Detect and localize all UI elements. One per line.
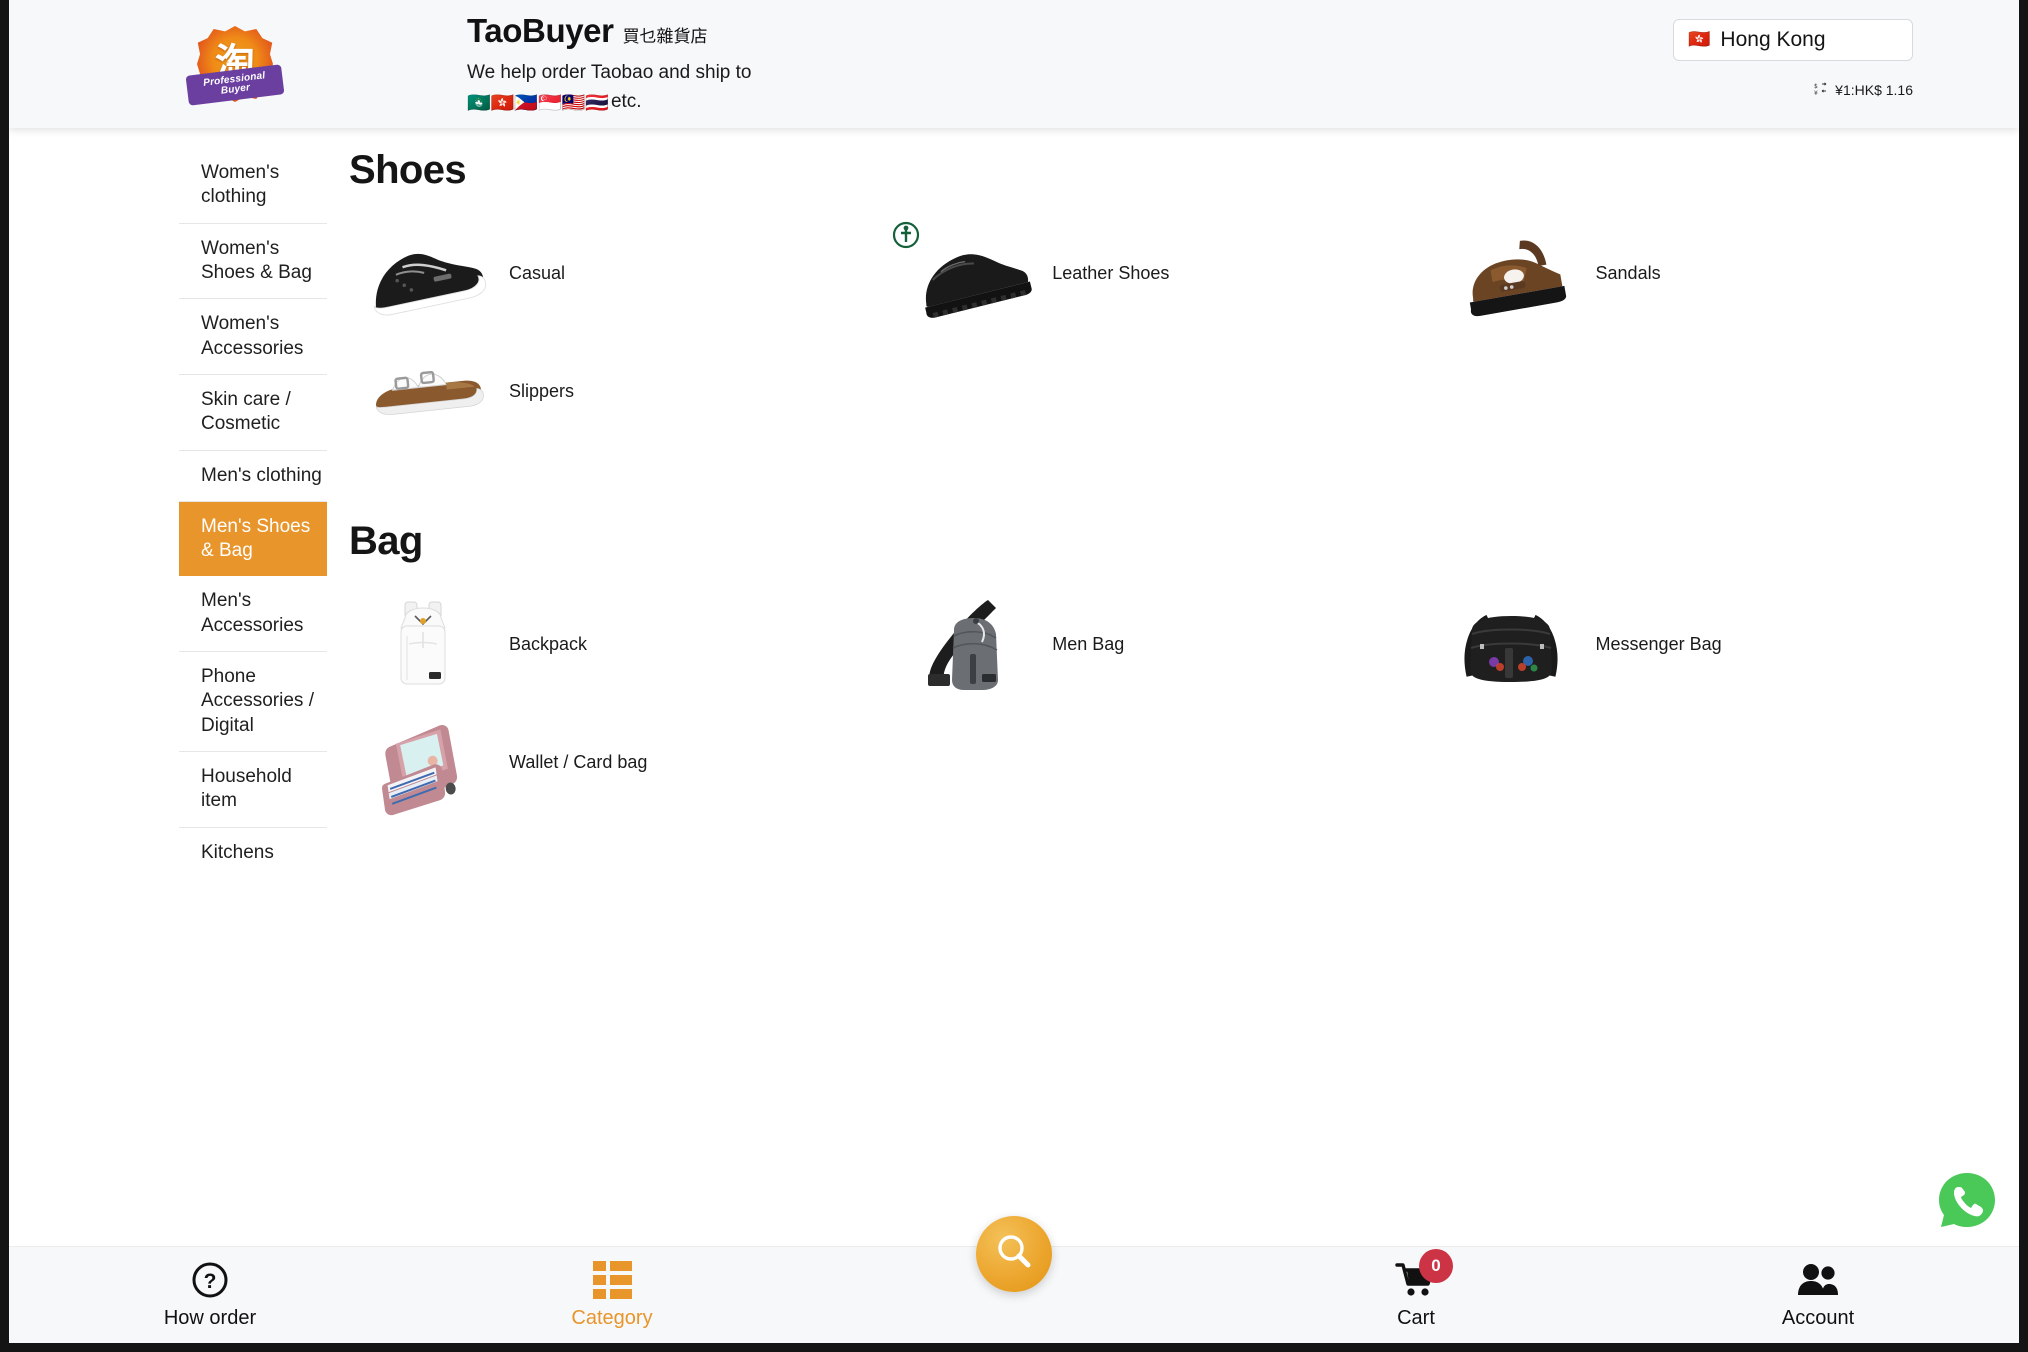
sidebar-item-mens-shoes-bag[interactable]: Men's Shoes & Bag	[179, 501, 327, 577]
category-sidebar: Women's clothing Women's Shoes & Bag Wom…	[179, 148, 327, 878]
hong-kong-flag-icon: 🇭🇰	[1688, 29, 1711, 50]
sidebar-item-kitchens[interactable]: Kitchens	[179, 828, 327, 878]
nav-label: Cart	[1397, 1307, 1435, 1329]
brand-name-chinese: 買乜雜貨店	[622, 27, 708, 47]
app-page: 淘 Professional Buyer TaoBuyer 買乜雜貨店 We h…	[0, 0, 2028, 1352]
logo-ribbon-line2: Buyer	[220, 82, 251, 97]
product-messenger-bag[interactable]: Messenger Bag	[1436, 588, 1979, 700]
product-slippers[interactable]: Slippers	[349, 335, 892, 447]
product-casual[interactable]: Casual	[349, 217, 892, 329]
section-title-bag: Bag	[349, 519, 423, 563]
cart-badge: 0	[1419, 1249, 1453, 1283]
country-selector-value: Hong Kong	[1720, 28, 1826, 51]
shoes-product-grid: Casual Leather Shoes Sandals Slippers	[349, 217, 1979, 453]
product-backpack[interactable]: Backpack	[349, 588, 892, 700]
search-button[interactable]	[976, 1216, 1052, 1292]
country-selector[interactable]: 🇭🇰 Hong Kong	[1673, 19, 1913, 61]
exchange-rate-text: ¥1:HK$ 1.16	[1835, 82, 1913, 98]
brand-name: TaoBuyer	[467, 12, 614, 49]
shipping-flags-icon: 🇲🇴🇭🇰🇵🇭🇸🇬🇲🇾🇹🇭	[467, 91, 609, 114]
page-body: Women's clothing Women's Shoes & Bag Wom…	[9, 128, 2019, 1343]
wallet-thumb	[349, 706, 499, 818]
whatsapp-icon[interactable]	[1929, 1163, 2005, 1239]
slipper-thumb	[349, 335, 499, 447]
sidebar-item-womens-clothing[interactable]: Women's clothing	[179, 148, 327, 224]
shipping-countries-row: 🇲🇴🇭🇰🇵🇭🇸🇬🇲🇾🇹🇭 etc.	[467, 91, 752, 114]
question-mark-icon: ?	[191, 1260, 229, 1300]
product-label: Messenger Bag	[1595, 633, 1722, 654]
svg-text:¥: ¥	[1814, 90, 1818, 96]
product-catalog: Shoes Casual Leather Shoes Sandals Slipp…	[349, 148, 1979, 824]
sidebar-item-skin-care-cosmetic[interactable]: Skin care / Cosmetic	[179, 375, 327, 451]
currency-exchange-icon: $ ¥	[1814, 82, 1828, 98]
sidebar-item-womens-accessories[interactable]: Women's Accessories	[179, 299, 327, 375]
leather-shoe-thumb	[892, 217, 1042, 329]
product-label: Backpack	[509, 633, 588, 654]
sling-bag-thumb	[892, 588, 1042, 700]
product-label: Leather Shoes	[1052, 262, 1170, 283]
magnifier-icon	[993, 1231, 1035, 1278]
product-label: Men Bag	[1052, 633, 1125, 654]
product-wallet-card-bag[interactable]: Wallet / Card bag	[349, 706, 892, 818]
sidebar-item-womens-shoes-bag[interactable]: Women's Shoes & Bag	[179, 224, 327, 300]
brand-tagline: We help order Taobao and ship to	[467, 62, 752, 83]
nav-label: How order	[163, 1307, 257, 1329]
product-label: Wallet / Card bag	[509, 751, 648, 772]
taobuyer-logo-icon[interactable]: 淘 Professional Buyer	[185, 12, 289, 116]
product-label: Sandals	[1595, 262, 1661, 283]
grid-icon	[592, 1260, 632, 1300]
sidebar-item-phone-accessories-digital[interactable]: Phone Accessories / Digital	[179, 652, 327, 752]
bag-product-grid: Backpack Men Bag Messenger Bag Wallet / …	[349, 588, 1979, 824]
product-leather-shoes[interactable]: Leather Shoes	[892, 217, 1435, 329]
product-label: Casual	[509, 262, 566, 283]
nav-item-account[interactable]: Account	[1617, 1247, 2019, 1343]
product-sandals[interactable]: Sandals	[1436, 217, 1979, 329]
brand-title-row: TaoBuyer 買乜雜貨店	[467, 12, 752, 50]
backpack-thumb	[349, 588, 499, 700]
shipping-flags-etc: etc.	[610, 91, 642, 112]
shopping-cart-icon: 0	[1395, 1249, 1453, 1300]
nav-label: Category	[571, 1307, 653, 1329]
sidebar-item-household-item[interactable]: Household item	[179, 752, 327, 828]
nav-label: Account	[1781, 1307, 1855, 1329]
product-label: Slippers	[509, 380, 575, 401]
section-title-shoes: Shoes	[349, 148, 467, 192]
nav-item-how-order[interactable]: ? How order	[9, 1247, 411, 1343]
sneaker-thumb	[349, 217, 499, 329]
sidebar-item-mens-clothing[interactable]: Men's clothing	[179, 451, 327, 502]
product-men-bag[interactable]: Men Bag	[892, 588, 1435, 700]
nav-item-category[interactable]: Category	[411, 1247, 813, 1343]
brand-block: TaoBuyer 買乜雜貨店 We help order Taobao and …	[467, 12, 752, 114]
svg-text:?: ?	[204, 1270, 217, 1293]
exchange-rate: $ ¥ ¥1:HK$ 1.16	[1814, 82, 1913, 98]
sandal-thumb	[1436, 217, 1586, 329]
messenger-bag-thumb	[1436, 588, 1586, 700]
nav-item-cart[interactable]: 0 Cart	[1215, 1247, 1617, 1343]
svg-text:$: $	[1814, 83, 1818, 90]
sidebar-item-mens-accessories[interactable]: Men's Accessories	[179, 576, 327, 653]
site-header: 淘 Professional Buyer TaoBuyer 買乜雜貨店 We h…	[9, 0, 2019, 128]
users-icon	[1796, 1260, 1840, 1300]
